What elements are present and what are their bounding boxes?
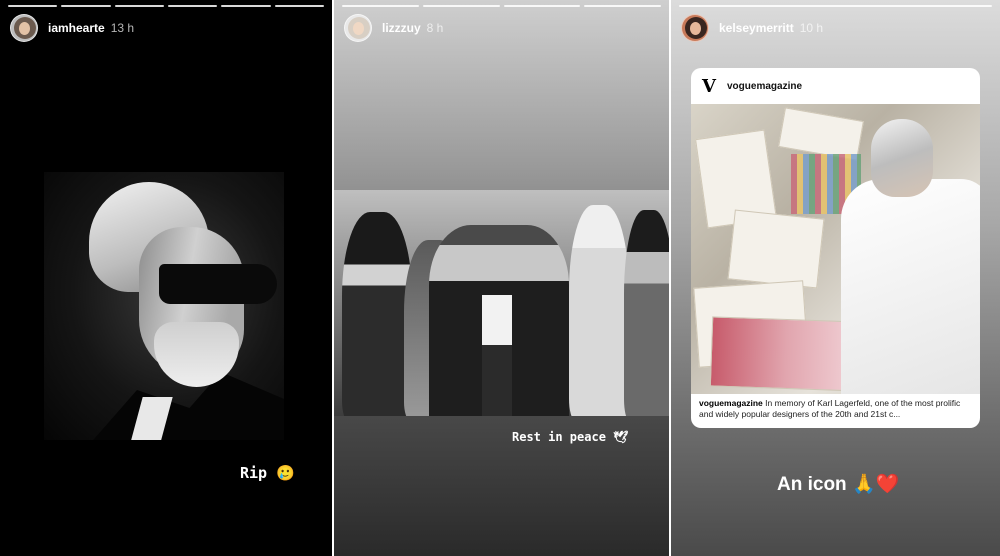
username[interactable]: iamhearte xyxy=(48,21,105,35)
story-photo xyxy=(44,172,284,440)
avatar[interactable] xyxy=(10,14,38,42)
story-caption: Rip 🥲 xyxy=(240,464,295,482)
story-panel-iamhearte[interactable]: iamhearte 13 h Rip 🥲 xyxy=(0,0,332,556)
avatar[interactable] xyxy=(681,14,709,42)
story-caption: An icon 🙏❤️ xyxy=(777,474,900,495)
username[interactable]: kelseymerritt xyxy=(719,21,794,35)
post-header: V voguemagazine xyxy=(691,68,980,104)
story-progress-bar xyxy=(342,5,661,7)
timestamp: 10 h xyxy=(799,21,824,35)
story-photo xyxy=(334,190,669,416)
shared-post-card[interactable]: V voguemagazine voguemagazine In memory … xyxy=(691,68,980,428)
story-progress-bar xyxy=(8,5,324,7)
post-caption-author[interactable]: voguemagazine xyxy=(699,398,763,408)
timestamp: 13 h xyxy=(110,21,135,35)
story-progress-bar xyxy=(679,5,992,7)
story-header: iamhearte 13 h xyxy=(10,14,134,42)
vogue-logo-icon: V xyxy=(702,75,716,97)
post-photo xyxy=(691,104,980,394)
timestamp: 8 h xyxy=(426,21,444,35)
post-author[interactable]: voguemagazine xyxy=(727,81,802,92)
post-caption: voguemagazine In memory of Karl Lagerfel… xyxy=(699,398,972,420)
story-caption: Rest in peace 🕊 xyxy=(512,430,629,444)
story-panel-lizzzuy[interactable]: lizzzuy 8 h Rest in peace 🕊 xyxy=(334,0,669,556)
story-header: lizzzuy 8 h xyxy=(344,14,443,42)
story-panel-kelseymerritt[interactable]: kelseymerritt 10 h V voguemagazine vogue… xyxy=(671,0,1000,556)
story-header: kelseymerritt 10 h xyxy=(681,14,823,42)
username[interactable]: lizzzuy xyxy=(382,21,421,35)
avatar[interactable] xyxy=(344,14,372,42)
